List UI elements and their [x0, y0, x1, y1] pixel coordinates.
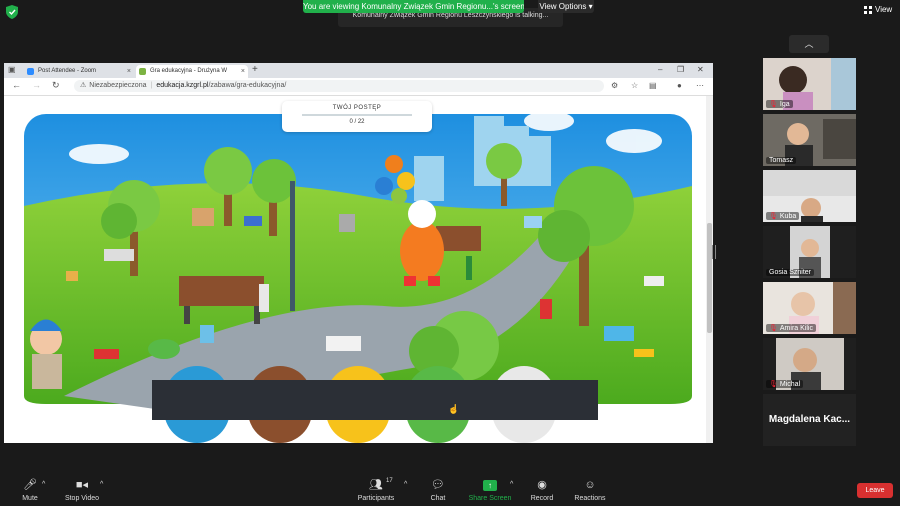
mute-label: Mute — [22, 495, 38, 502]
game-canvas[interactable]: TWÓJ POSTĘP 0 / 22 ☝ — [4, 96, 713, 443]
security-status: Niezabezpieczona — [89, 82, 147, 89]
view-button[interactable]: View — [864, 5, 892, 14]
reactions-label: Reactions — [574, 495, 606, 502]
tab-label: Post Attendee - Zoom — [38, 68, 97, 74]
close-window-icon[interactable]: ✕ — [697, 65, 704, 74]
back-arrow-icon[interactable]: ← — [12, 80, 21, 90]
scrollbar-thumb[interactable] — [707, 223, 712, 333]
participant-tile-tomasz[interactable]: Tomasz — [763, 114, 856, 166]
participant-name-label: 🎙 Kuba — [766, 212, 800, 220]
zoom-tab-icon — [27, 68, 34, 75]
muted-mic-icon: 🎙 — [769, 325, 778, 332]
forward-arrow-icon[interactable]: → — [32, 80, 41, 90]
security-shield-icon[interactable] — [6, 5, 18, 19]
participant-name-label: Magdalena Kac... — [768, 414, 851, 425]
url-separator: | — [150, 82, 153, 89]
tab-actions-icon[interactable]: ▣ — [8, 65, 16, 74]
participants-label: Participants — [357, 495, 395, 502]
participants-button[interactable]: 👥︎ Participants — [346, 478, 406, 502]
participants-count: 17 — [386, 478, 393, 484]
screen-share-banner: You are viewing Komunalny Związek Gmin R… — [303, 0, 524, 13]
view-options-label: View Options — [539, 2, 587, 11]
reactions-button[interactable]: ☺ Reactions — [560, 478, 620, 502]
participant-name-label: Gosia Szniter — [766, 269, 815, 276]
progress-title: TWÓJ POSTĘP — [332, 105, 382, 111]
reload-icon[interactable]: ↻ — [52, 80, 60, 91]
participants-icon: 👥︎ — [369, 479, 383, 491]
favorite-star-icon[interactable]: ☆ — [631, 81, 638, 90]
new-tab-icon[interactable]: + — [252, 64, 258, 75]
hand-cursor-icon: ☝ — [448, 404, 460, 414]
gallery-scroll-up-button[interactable]: ︿ — [789, 35, 829, 53]
participant-tile-amira-kilic[interactable]: 🎙 Amira Kilic — [763, 282, 856, 334]
participant-tile-gosia-szniter[interactable]: Gosia Szniter — [763, 226, 856, 278]
tab-gra-edukacyjna[interactable]: Gra edukacyjna - Drużyna W × — [136, 65, 248, 78]
microphone-icon: 🎤︎ — [23, 479, 37, 491]
chevron-down-icon: ▾ — [588, 2, 593, 11]
close-tab-icon[interactable]: × — [241, 65, 245, 78]
participant-tile-magdalena[interactable]: Magdalena Kac... — [763, 394, 856, 446]
zoom-meeting-window: { "top": { "share_banner": "You are view… — [0, 0, 900, 506]
collections-icon[interactable]: ▤ — [649, 81, 657, 90]
more-menu-icon[interactable]: ⋯ — [696, 81, 704, 90]
minimize-icon[interactable]: – — [658, 65, 662, 74]
progress-bar — [302, 114, 412, 116]
lamp-post — [290, 181, 295, 311]
view-label: View — [875, 5, 893, 14]
close-tab-icon[interactable]: × — [127, 65, 131, 78]
grid-icon — [864, 5, 872, 14]
stop-video-label: Stop Video — [64, 495, 100, 502]
participant-tile-iga[interactable]: 🎙 Iga — [763, 58, 856, 110]
chat-bubble-icon: 💬︎ — [431, 479, 445, 491]
participant-name-label: Tomasz — [766, 157, 797, 164]
url-host: edukacja.kzgrl.pl — [156, 82, 209, 89]
shared-screen: ▣ Post Attendee - Zoom × Gra edukacyjna … — [4, 63, 713, 443]
chat-button[interactable]: 💬︎ Chat — [408, 478, 468, 502]
chevron-up-icon: ︿ — [804, 39, 814, 49]
tab-post-attendee[interactable]: Post Attendee - Zoom × — [24, 65, 134, 78]
share-screen-label: Share Screen — [468, 495, 512, 502]
url-input[interactable]: ⚠ Niezabezpieczona | edukacja.kzgrl.pl/zaba… — [74, 80, 604, 92]
game-tab-icon — [139, 68, 146, 75]
extension-icon[interactable]: ⚙ — [611, 81, 618, 90]
record-label: Record — [530, 495, 554, 502]
browser-tab-bar: ▣ Post Attendee - Zoom × Gra edukacyjna … — [4, 63, 713, 78]
smiley-plus-icon: ☺ — [584, 479, 596, 491]
chat-label: Chat — [430, 495, 446, 502]
participant-name-label: 🎙 Michal — [766, 380, 804, 388]
muted-mic-icon: 🎙 — [769, 213, 778, 220]
view-options-button[interactable]: View Options ▾ — [538, 0, 594, 13]
participant-tile-michal[interactable]: 🎙 Michal — [763, 338, 856, 390]
old-man-character — [30, 319, 62, 389]
progress-box: TWÓJ POSTĘP 0 / 22 — [282, 101, 432, 132]
warning-icon: ⚠ — [80, 82, 87, 89]
panel-resize-handle[interactable] — [712, 245, 716, 259]
tab-label: Gra edukacyjna - Drużyna W — [150, 68, 228, 74]
audio-options-chevron-icon[interactable]: ^ — [42, 481, 45, 488]
leave-button[interactable]: Leave — [857, 483, 893, 498]
dialog-panel — [152, 380, 598, 420]
participant-name-label: 🎙 Iga — [766, 100, 793, 108]
maximize-icon[interactable]: ❐ — [677, 65, 684, 74]
progress-value: 0 / 22 — [349, 119, 365, 125]
mute-button[interactable]: 🎤︎ Mute — [0, 478, 60, 502]
participant-tile-kuba[interactable]: 🎙 Kuba — [763, 170, 856, 222]
video-options-chevron-icon[interactable]: ^ — [100, 481, 103, 488]
participants-options-chevron-icon[interactable]: ^ — [404, 481, 407, 488]
muted-mic-icon: 🎙 — [769, 101, 778, 108]
profile-icon[interactable]: ● — [677, 81, 682, 90]
url-path: /zabawa/gra-edukacyjna/ — [208, 82, 287, 89]
muted-mic-icon: 🎙 — [769, 381, 778, 388]
address-bar: ← → ↻ ⚠ Niezabezpieczona | edukacja.kzgrl.p… — [4, 78, 713, 96]
participant-name-label: 🎙 Amira Kilic — [766, 324, 816, 332]
